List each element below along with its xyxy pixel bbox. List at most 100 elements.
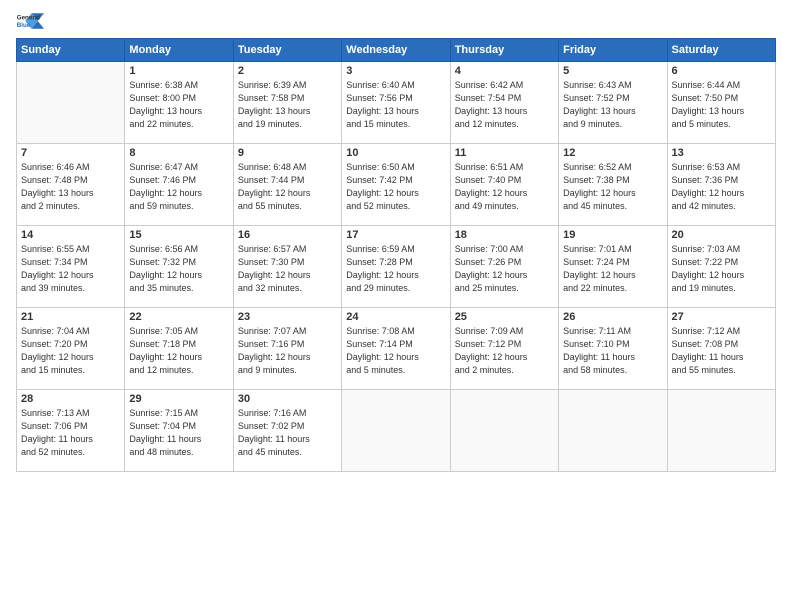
header-row: SundayMondayTuesdayWednesdayThursdayFrid… — [17, 39, 776, 62]
day-info: Sunrise: 6:55 AM Sunset: 7:34 PM Dayligh… — [21, 243, 120, 295]
day-cell: 20 Sunrise: 7:03 AM Sunset: 7:22 PM Dayli… — [667, 226, 775, 308]
day-number: 15 — [129, 229, 228, 241]
day-number: 16 — [238, 229, 337, 241]
day-number: 14 — [21, 229, 120, 241]
day-info: Sunrise: 7:05 AM Sunset: 7:18 PM Dayligh… — [129, 325, 228, 377]
day-cell: 6 Sunrise: 6:44 AM Sunset: 7:50 PM Daylig… — [667, 62, 775, 144]
day-info: Sunrise: 6:52 AM Sunset: 7:38 PM Dayligh… — [563, 161, 662, 213]
day-info: Sunrise: 7:04 AM Sunset: 7:20 PM Dayligh… — [21, 325, 120, 377]
day-cell: 2 Sunrise: 6:39 AM Sunset: 7:58 PM Daylig… — [233, 62, 341, 144]
day-number: 19 — [563, 229, 662, 241]
logo-icon: General Blue — [16, 10, 44, 32]
page: General Blue SundayMondayTuesdayWednesda… — [0, 0, 792, 612]
day-cell: 5 Sunrise: 6:43 AM Sunset: 7:52 PM Daylig… — [559, 62, 667, 144]
day-cell: 21 Sunrise: 7:04 AM Sunset: 7:20 PM Dayli… — [17, 308, 125, 390]
day-info: Sunrise: 7:11 AM Sunset: 7:10 PM Dayligh… — [563, 325, 662, 377]
day-cell: 29 Sunrise: 7:15 AM Sunset: 7:04 PM Dayli… — [125, 390, 233, 472]
day-cell: 10Sunrise: 6:50 AM Sunset: 7:42 PM Dayli… — [342, 144, 450, 226]
day-info: Sunrise: 6:47 AM Sunset: 7:46 PM Dayligh… — [129, 161, 228, 213]
day-number: 8 — [129, 147, 228, 159]
day-number: 3 — [346, 65, 445, 77]
day-number: 29 — [129, 393, 228, 405]
day-cell: 13 Sunrise: 6:53 AM Sunset: 7:36 PM Dayli… — [667, 144, 775, 226]
day-cell — [17, 62, 125, 144]
week-row-4: 28 Sunrise: 7:13 AM Sunset: 7:06 PM Dayli… — [17, 390, 776, 472]
day-info: Sunrise: 6:40 AM Sunset: 7:56 PM Dayligh… — [346, 79, 445, 131]
day-cell: 28 Sunrise: 7:13 AM Sunset: 7:06 PM Dayli… — [17, 390, 125, 472]
day-cell — [342, 390, 450, 472]
day-cell: 3 Sunrise: 6:40 AM Sunset: 7:56 PM Daylig… — [342, 62, 450, 144]
day-cell: 18 Sunrise: 7:00 AM Sunset: 7:26 PM Dayli… — [450, 226, 558, 308]
day-info: Sunrise: 7:01 AM Sunset: 7:24 PM Dayligh… — [563, 243, 662, 295]
day-number: 12 — [563, 147, 662, 159]
day-cell: 14 Sunrise: 6:55 AM Sunset: 7:34 PM Dayli… — [17, 226, 125, 308]
week-row-2: 14 Sunrise: 6:55 AM Sunset: 7:34 PM Dayli… — [17, 226, 776, 308]
day-number: 6 — [672, 65, 771, 77]
day-info: Sunrise: 6:38 AM Sunset: 8:00 PM Dayligh… — [129, 79, 228, 131]
week-row-3: 21 Sunrise: 7:04 AM Sunset: 7:20 PM Dayli… — [17, 308, 776, 390]
day-cell: 17 Sunrise: 6:59 AM Sunset: 7:28 PM Dayli… — [342, 226, 450, 308]
day-number: 4 — [455, 65, 554, 77]
day-info: Sunrise: 6:57 AM Sunset: 7:30 PM Dayligh… — [238, 243, 337, 295]
day-number: 2 — [238, 65, 337, 77]
day-cell: 23 Sunrise: 7:07 AM Sunset: 7:16 PM Dayli… — [233, 308, 341, 390]
week-row-1: 7 Sunrise: 6:46 AM Sunset: 7:48 PM Daylig… — [17, 144, 776, 226]
day-cell: 22 Sunrise: 7:05 AM Sunset: 7:18 PM Dayli… — [125, 308, 233, 390]
header-cell-saturday: Saturday — [667, 39, 775, 62]
logo: General Blue — [16, 10, 44, 32]
day-number: 23 — [238, 311, 337, 323]
day-info: Sunrise: 6:46 AM Sunset: 7:48 PM Dayligh… — [21, 161, 120, 213]
day-number: 21 — [21, 311, 120, 323]
day-info: Sunrise: 7:09 AM Sunset: 7:12 PM Dayligh… — [455, 325, 554, 377]
day-info: Sunrise: 6:50 AM Sunset: 7:42 PM Dayligh… — [346, 161, 445, 213]
header: General Blue — [16, 10, 776, 32]
day-info: Sunrise: 6:59 AM Sunset: 7:28 PM Dayligh… — [346, 243, 445, 295]
header-cell-wednesday: Wednesday — [342, 39, 450, 62]
svg-text:General: General — [17, 14, 40, 21]
header-cell-sunday: Sunday — [17, 39, 125, 62]
day-cell — [559, 390, 667, 472]
day-number: 28 — [21, 393, 120, 405]
day-info: Sunrise: 7:03 AM Sunset: 7:22 PM Dayligh… — [672, 243, 771, 295]
header-cell-friday: Friday — [559, 39, 667, 62]
day-info: Sunrise: 7:13 AM Sunset: 7:06 PM Dayligh… — [21, 407, 120, 459]
day-cell: 11Sunrise: 6:51 AM Sunset: 7:40 PM Dayli… — [450, 144, 558, 226]
day-number: 1 — [129, 65, 228, 77]
day-cell: 30Sunrise: 7:16 AM Sunset: 7:02 PM Dayli… — [233, 390, 341, 472]
day-number: 5 — [563, 65, 662, 77]
day-cell: 25Sunrise: 7:09 AM Sunset: 7:12 PM Dayli… — [450, 308, 558, 390]
day-cell: 12 Sunrise: 6:52 AM Sunset: 7:38 PM Dayli… — [559, 144, 667, 226]
week-row-0: 1 Sunrise: 6:38 AM Sunset: 8:00 PM Daylig… — [17, 62, 776, 144]
day-cell — [667, 390, 775, 472]
day-info: Sunrise: 6:43 AM Sunset: 7:52 PM Dayligh… — [563, 79, 662, 131]
day-cell: 4 Sunrise: 6:42 AM Sunset: 7:54 PM Daylig… — [450, 62, 558, 144]
header-cell-thursday: Thursday — [450, 39, 558, 62]
day-number: 30 — [238, 393, 337, 405]
day-info: Sunrise: 7:15 AM Sunset: 7:04 PM Dayligh… — [129, 407, 228, 459]
day-number: 26 — [563, 311, 662, 323]
day-cell: 27Sunrise: 7:12 AM Sunset: 7:08 PM Dayli… — [667, 308, 775, 390]
day-cell — [450, 390, 558, 472]
header-cell-tuesday: Tuesday — [233, 39, 341, 62]
svg-text:Blue: Blue — [17, 22, 31, 29]
day-number: 7 — [21, 147, 120, 159]
day-number: 20 — [672, 229, 771, 241]
day-number: 9 — [238, 147, 337, 159]
day-number: 17 — [346, 229, 445, 241]
day-info: Sunrise: 6:48 AM Sunset: 7:44 PM Dayligh… — [238, 161, 337, 213]
day-info: Sunrise: 6:44 AM Sunset: 7:50 PM Dayligh… — [672, 79, 771, 131]
day-info: Sunrise: 6:39 AM Sunset: 7:58 PM Dayligh… — [238, 79, 337, 131]
day-info: Sunrise: 6:42 AM Sunset: 7:54 PM Dayligh… — [455, 79, 554, 131]
day-number: 22 — [129, 311, 228, 323]
day-info: Sunrise: 6:53 AM Sunset: 7:36 PM Dayligh… — [672, 161, 771, 213]
day-info: Sunrise: 7:07 AM Sunset: 7:16 PM Dayligh… — [238, 325, 337, 377]
day-cell: 7 Sunrise: 6:46 AM Sunset: 7:48 PM Daylig… — [17, 144, 125, 226]
day-cell: 16 Sunrise: 6:57 AM Sunset: 7:30 PM Dayli… — [233, 226, 341, 308]
day-number: 18 — [455, 229, 554, 241]
day-cell: 26 Sunrise: 7:11 AM Sunset: 7:10 PM Dayli… — [559, 308, 667, 390]
day-number: 13 — [672, 147, 771, 159]
day-number: 24 — [346, 311, 445, 323]
day-info: Sunrise: 7:08 AM Sunset: 7:14 PM Dayligh… — [346, 325, 445, 377]
day-info: Sunrise: 7:00 AM Sunset: 7:26 PM Dayligh… — [455, 243, 554, 295]
calendar-table: SundayMondayTuesdayWednesdayThursdayFrid… — [16, 38, 776, 472]
